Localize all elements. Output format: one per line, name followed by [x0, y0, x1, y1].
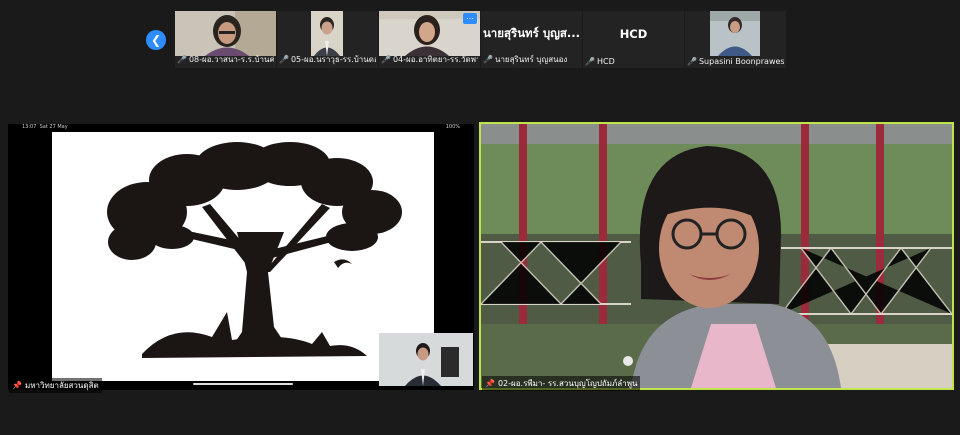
participant-label: 🎤 นายสุรินทร์ บุญสนอง: [483, 55, 568, 64]
participant-tile[interactable]: นายสุรินทร์ บุญส... 🎤 นายสุรินทร์ บุญสนอ…: [481, 11, 582, 68]
mic-off-icon: 🎤: [381, 55, 391, 64]
active-speaker-label: 📌 02-ผอ.รพีมา- รร.สวนบุญโญปถัมภ์ลำพูน: [482, 376, 641, 391]
participant-video: [481, 124, 952, 388]
participant-tile[interactable]: 🎤 Supasini Boonprawes: [685, 11, 786, 68]
participant-display-name: นายสุรินทร์ บุญส...: [482, 25, 581, 40]
participant-label: 🎤 Supasini Boonprawes: [687, 57, 784, 66]
participant-label: 🎤 HCD: [585, 57, 615, 66]
participant-tile[interactable]: 🎤 08-ผอ.วาสนา-ร.ร.บ้านค่าย...: [175, 11, 276, 68]
home-indicator: [193, 383, 293, 385]
pin-icon: 📌: [485, 379, 495, 388]
share-presenter-label: 📌 มหาวิทยาลัยสวนดุสิต: [9, 378, 102, 393]
mic-off-icon: 🎤: [585, 57, 595, 66]
participant-tile[interactable]: HCD 🎤 HCD: [583, 11, 684, 68]
pin-icon: 📌: [12, 381, 22, 390]
participant-video: [311, 11, 343, 56]
mic-off-icon: 🎤: [483, 55, 493, 64]
participant-video: [710, 11, 760, 56]
ios-status-bar: 13:07 Sat 27 May 100%: [22, 124, 460, 130]
mic-off-icon: 🎤: [687, 57, 697, 66]
participant-tile[interactable]: 🎤 05-ผอ.นราวุธ-รร.บ้านดอ...: [277, 11, 378, 68]
slide-canvas: [52, 132, 434, 381]
more-icon[interactable]: ⋯: [463, 13, 477, 24]
previous-page-button[interactable]: ❮: [146, 30, 166, 50]
self-view-video[interactable]: [379, 333, 473, 386]
active-speaker-video[interactable]: [479, 122, 954, 390]
participant-label: 🎤 08-ผอ.วาสนา-ร.ร.บ้านค่าย...: [177, 55, 274, 64]
participant-video: [379, 333, 473, 386]
tree-silhouette-image: [107, 142, 402, 358]
participant-video: [175, 11, 276, 56]
participant-label: 🎤 04-ผอ.อาทิตยา-รร.วัดพวง: [381, 55, 478, 64]
participant-label: 🎤 05-ผอ.นราวุธ-รร.บ้านดอ...: [279, 55, 376, 64]
mic-off-icon: 🎤: [279, 55, 289, 64]
mic-off-icon: 🎤: [177, 55, 187, 64]
chevron-left-icon: ❮: [150, 33, 162, 47]
participant-tile[interactable]: ⋯ 🎤 04-ผอ.อาทิตยา-รร.วัดพวง: [379, 11, 480, 68]
participant-display-name: HCD: [619, 26, 648, 41]
